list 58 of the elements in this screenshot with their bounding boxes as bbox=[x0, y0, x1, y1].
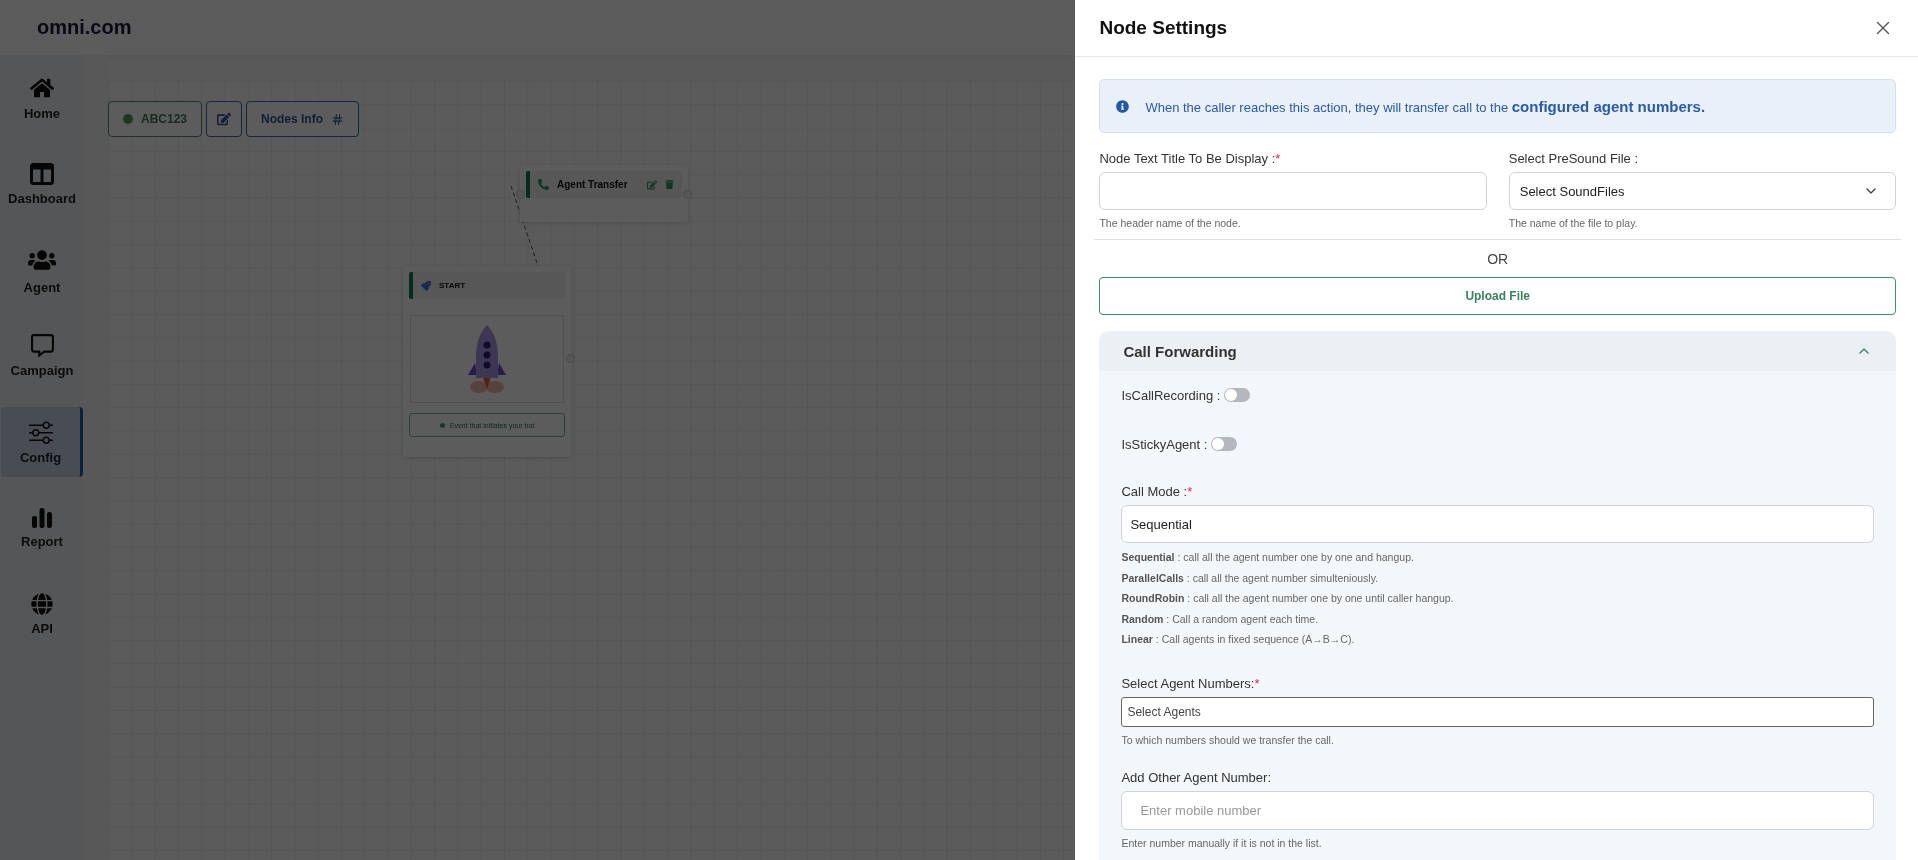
hash-icon bbox=[331, 112, 345, 126]
mode-description: Sequential : call all the agent number one by one and hangup. bbox=[1121, 550, 1415, 565]
edit-button[interactable] bbox=[206, 101, 243, 137]
bar-chart-icon bbox=[31, 507, 53, 528]
info-icon bbox=[1116, 99, 1130, 113]
field-label: Node Text Title To Be Display :* bbox=[1099, 151, 1282, 166]
edit-icon[interactable] bbox=[647, 179, 657, 190]
or-text: OR bbox=[1487, 251, 1509, 267]
modal-backdrop[interactable] bbox=[0, 0, 1075, 860]
sliders-icon bbox=[28, 419, 53, 444]
field-hint: To which numbers should we transfer the call. bbox=[1121, 733, 1335, 746]
mode-description: Random : Call a random agent each time. bbox=[1121, 611, 1320, 627]
nav-item[interactable]: API bbox=[1, 579, 83, 649]
call-mode-field[interactable]: Sequential bbox=[1121, 505, 1874, 543]
select-field[interactable]: Select SoundFiles bbox=[1508, 172, 1896, 210]
upload-button[interactable]: Upload File bbox=[1099, 277, 1896, 315]
rocket-drawing bbox=[465, 323, 509, 395]
field-hint: Enter number manually if it is not in the list. bbox=[1121, 836, 1323, 849]
status-dot bbox=[439, 422, 445, 428]
nav-item[interactable]: Agent bbox=[1, 235, 83, 305]
nav-item[interactable]: Dashboard bbox=[1, 149, 83, 219]
brand-logo[interactable]: omni.com bbox=[37, 16, 132, 39]
edit-icon bbox=[217, 112, 232, 126]
info-text: When the caller reaches this action, they will transfer call to the configured agent numbers. bbox=[1145, 97, 1706, 115]
mode-description: RoundRobin : call all the agent number one by one until caller hangup. bbox=[1121, 591, 1455, 606]
flow-name-button[interactable]: ABC123 bbox=[108, 101, 203, 137]
field-label: Call Mode :* bbox=[1121, 484, 1194, 499]
toggle-label: IsCallRecording : bbox=[1121, 387, 1221, 403]
mode-description: ParallelCalls : call all the agent number simulteniously. bbox=[1121, 570, 1380, 586]
layout-icon bbox=[30, 162, 54, 185]
nav-item[interactable]: Report bbox=[1, 493, 83, 563]
trash-icon[interactable] bbox=[665, 180, 674, 189]
status-dot bbox=[123, 114, 133, 124]
nav-item[interactable]: Home bbox=[1, 63, 83, 133]
phone-icon bbox=[538, 179, 549, 190]
accordion-header[interactable]: Call Forwarding bbox=[1099, 331, 1896, 371]
node-title: START bbox=[439, 281, 467, 290]
field-hint: The header name of the node. bbox=[1099, 217, 1242, 229]
mode-description: Linear : Call agents in fixed sequence (A→B→C). bbox=[1121, 632, 1356, 647]
node-title: Agent Transfer bbox=[557, 179, 629, 190]
nodes-info-button[interactable]: Nodes Info bbox=[246, 101, 360, 137]
chat-icon bbox=[30, 334, 54, 357]
panel-title: Node Settings bbox=[1099, 17, 1228, 39]
agents-field[interactable]: Select Agents bbox=[1121, 696, 1874, 727]
toggle-label: IsStickyAgent : bbox=[1121, 436, 1208, 452]
globe-icon bbox=[31, 592, 53, 615]
nav-item[interactable]: Campaign bbox=[1, 321, 83, 391]
connection-handle[interactable] bbox=[516, 190, 525, 199]
toggle-switch[interactable] bbox=[1224, 388, 1251, 402]
input-field[interactable] bbox=[1099, 172, 1487, 210]
phone-field[interactable]: Enter mobile number bbox=[1121, 790, 1874, 830]
rocket-icon bbox=[421, 280, 431, 291]
field-label: Add Other Agent Number: bbox=[1121, 769, 1273, 785]
field-label: Select Agent Numbers:* bbox=[1121, 675, 1261, 691]
field-label: Select PreSound File : bbox=[1508, 151, 1640, 166]
field-hint: The name of the file to play. bbox=[1508, 217, 1639, 229]
toggle-switch[interactable] bbox=[1211, 437, 1238, 451]
nav-item[interactable]: Config bbox=[1, 407, 83, 477]
